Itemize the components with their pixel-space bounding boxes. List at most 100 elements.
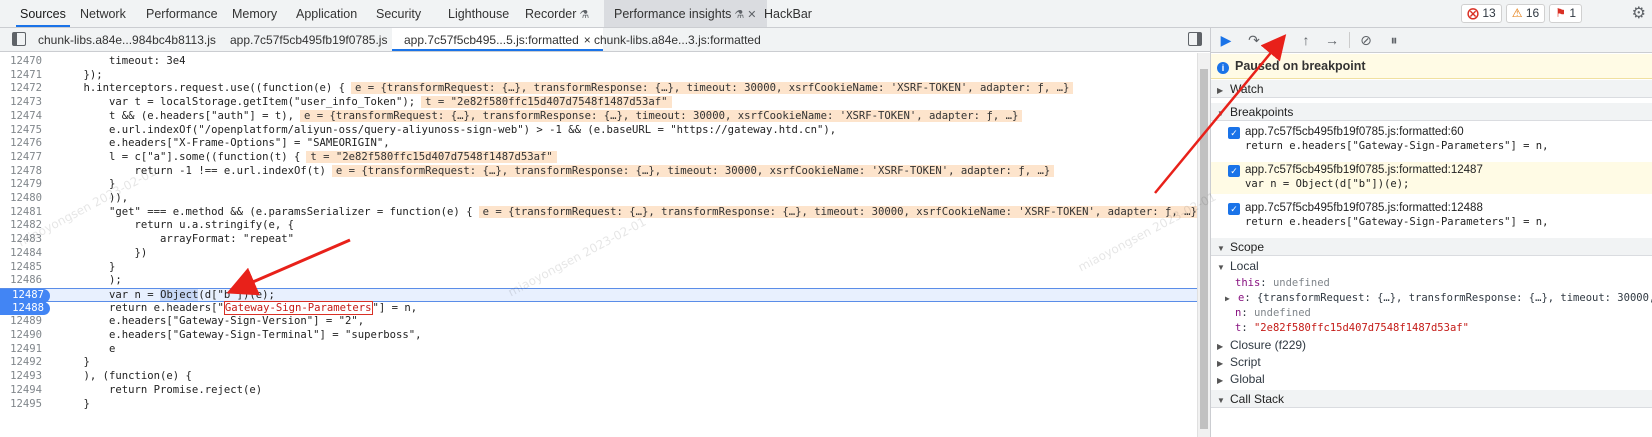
code-line[interactable]: 12481 "get" === e.method && (e.paramsSer… (0, 205, 1197, 220)
scope-var-t[interactable]: t: "2e82f580ffc15d407d7548f1487d53af" (1211, 321, 1652, 336)
line-number[interactable]: 12484 (0, 247, 48, 261)
code-line[interactable]: 12478 return -1 !== e.url.indexOf(t) e = … (0, 164, 1197, 179)
checkbox-checked-icon[interactable]: ✓ (1228, 203, 1240, 215)
line-number[interactable]: 12495 (0, 398, 48, 412)
section-scope[interactable]: ▼ Scope (1211, 238, 1652, 256)
scope-script[interactable]: ▶ Script (1211, 355, 1652, 370)
scope-local[interactable]: ▼ Local (1211, 259, 1652, 274)
line-number[interactable]: 12475 (0, 124, 48, 138)
line-number[interactable]: 12491 (0, 343, 48, 357)
line-number[interactable]: 12472 (0, 82, 48, 96)
code-line[interactable]: 12494 return Promise.reject(e) (0, 384, 1197, 398)
editor-scrollbar[interactable] (1197, 53, 1210, 437)
scope-global[interactable]: ▶ Global (1211, 372, 1652, 387)
checkbox-checked-icon[interactable]: ✓ (1228, 165, 1240, 177)
line-number[interactable]: 12473 (0, 96, 48, 110)
section-breakpoints[interactable]: ▼ Breakpoints (1211, 103, 1652, 121)
checkbox-checked-icon[interactable]: ✓ (1228, 127, 1240, 139)
code-line[interactable]: 12473 var t = localStorage.getItem("user… (0, 96, 1197, 110)
line-number[interactable]: 12477 (0, 151, 48, 165)
section-call-stack[interactable]: ▼ Call Stack (1211, 390, 1652, 408)
tab-performance[interactable]: Performance (142, 0, 222, 27)
tab-network[interactable]: Network (76, 0, 130, 27)
warning-count[interactable]: ⚠ 16 (1505, 4, 1546, 23)
issue-count[interactable]: ⚑ 1 (1549, 4, 1582, 23)
file-tab-active[interactable]: app.7c57f5cb495...5.js:formatted × (392, 28, 603, 51)
code-line[interactable]: 12486 ); (0, 274, 1197, 288)
line-number[interactable]: 12487 (0, 288, 50, 303)
navigator-toggle-icon[interactable] (12, 32, 26, 46)
step-out-icon[interactable]: ↑ (1297, 31, 1315, 49)
file-tab[interactable]: app.7c57f5cb495fb19f0785.js (230, 28, 387, 51)
breakpoint-item-hit[interactable]: ✓ app.7c57f5cb495fb19f0785.js:formatted:… (1211, 162, 1652, 194)
tab-lighthouse[interactable]: Lighthouse (444, 0, 513, 27)
pause-on-exceptions-icon[interactable]: ⏸ (1385, 31, 1403, 49)
resume-icon[interactable]: ▶︎ (1217, 31, 1235, 49)
code-line[interactable]: 12492 } (0, 356, 1197, 370)
code-line[interactable]: 12477 l = c["a"].some((function(t) {t = … (0, 150, 1197, 165)
tab-performance-insights[interactable]: Performance insights ⚗ ✕ (604, 0, 767, 27)
close-icon[interactable]: ✕ (747, 9, 756, 21)
line-number[interactable]: 12489 (0, 315, 48, 329)
step-icon[interactable]: → (1323, 31, 1341, 49)
tab-memory[interactable]: Memory (228, 0, 281, 27)
debugger-toggle-icon[interactable] (1188, 32, 1202, 46)
scope-closure[interactable]: ▶ Closure (f229) (1211, 338, 1652, 353)
code-line[interactable]: 12482 return u.a.stringify(e, { (0, 219, 1197, 233)
scope-var-n[interactable]: n: undefined (1211, 306, 1652, 321)
line-number[interactable]: 12492 (0, 356, 48, 370)
file-tab[interactable]: chunk-libs.a84e...3.js:formatted (594, 28, 761, 51)
breakpoint-item[interactable]: ✓ app.7c57f5cb495fb19f0785.js:formatted:… (1211, 200, 1652, 232)
line-number[interactable]: 12481 (0, 206, 48, 220)
error-count[interactable]: ⨂ 13 (1461, 4, 1502, 23)
tab-recorder[interactable]: Recorder ⚗ (521, 0, 593, 27)
line-number[interactable]: 12490 (0, 329, 48, 343)
line-number[interactable]: 12480 (0, 192, 48, 206)
step-over-icon[interactable]: ↷ (1245, 31, 1263, 49)
step-into-icon[interactable]: ↓ (1271, 31, 1289, 49)
tab-security[interactable]: Security (372, 0, 425, 27)
line-number[interactable]: 12474 (0, 110, 48, 124)
tab-application[interactable]: Application (292, 0, 361, 27)
code-line[interactable]: 12470 timeout: 3e4 (0, 55, 1197, 69)
code-text: timeout: 3e4 (58, 55, 186, 69)
line-number[interactable]: 12493 (0, 370, 48, 384)
line-number[interactable]: 12488 (0, 301, 50, 316)
scope-var-e[interactable]: ▶ e: {transformRequest: {…}, transformRes… (1211, 291, 1652, 306)
tab-sources[interactable]: Sources (16, 0, 70, 27)
code-line[interactable]: 12485 } (0, 261, 1197, 275)
line-number[interactable]: 12485 (0, 261, 48, 275)
gear-icon[interactable]: ⚙ (1632, 3, 1646, 23)
code-line[interactable]: 12479 } (0, 178, 1197, 192)
code-line[interactable]: 12489 e.headers["Gateway-Sign-Version"] … (0, 315, 1197, 329)
line-number[interactable]: 12470 (0, 55, 48, 69)
code-line[interactable]: 12493 ), (function(e) { (0, 370, 1197, 384)
code-line[interactable]: 12487 var n = Object(d["b"])(e); (0, 287, 1197, 303)
file-tab[interactable]: chunk-libs.a84e...984bc4b8113.js (38, 28, 216, 51)
code-line[interactable]: 12476 e.headers["X-Frame-Options"] = "SA… (0, 137, 1197, 151)
code-line[interactable]: 12471 }); (0, 69, 1197, 83)
var-value: undefined (1253, 307, 1311, 319)
line-number[interactable]: 12471 (0, 69, 48, 83)
close-icon[interactable]: × (584, 33, 591, 47)
scrollbar-thumb[interactable] (1200, 69, 1208, 429)
line-number[interactable]: 12479 (0, 178, 48, 192)
line-number[interactable]: 12486 (0, 274, 48, 288)
code-line[interactable]: 12474 t && (e.headers["auth"] = t), e = {… (0, 109, 1197, 124)
inline-value: e = {transformRequest: {…}, transformRes… (351, 82, 1074, 95)
code-line[interactable]: 12475 e.url.indexOf("/openplatform/aliyu… (0, 124, 1197, 138)
section-watch[interactable]: ▶ Watch (1211, 80, 1652, 98)
code-line[interactable]: 12490 e.headers["Gateway-Sign-Terminal"]… (0, 329, 1197, 343)
code-line[interactable]: 12491 e (0, 343, 1197, 357)
code-line[interactable]: 12495 } (0, 398, 1197, 412)
line-number[interactable]: 12476 (0, 137, 48, 151)
line-number[interactable]: 12478 (0, 165, 48, 179)
code-line[interactable]: 12480 )), (0, 192, 1197, 206)
deactivate-breakpoints-icon[interactable]: ⊘ (1357, 31, 1375, 49)
tab-hackbar[interactable]: HackBar (760, 0, 816, 27)
code-line[interactable]: 12472 h.interceptors.request.use((functi… (0, 82, 1197, 96)
breakpoint-item[interactable]: ✓ app.7c57f5cb495fb19f0785.js:formatted:… (1211, 124, 1652, 156)
line-number[interactable]: 12494 (0, 384, 48, 398)
scope-var-this[interactable]: this: undefined (1211, 276, 1652, 291)
code-line[interactable]: 12488 return e.headers["Gateway-Sign-Par… (0, 300, 1197, 316)
